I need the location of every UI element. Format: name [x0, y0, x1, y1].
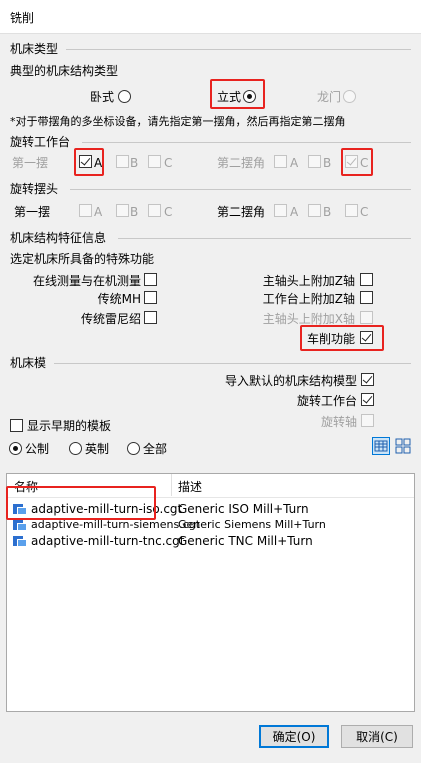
feature-mh-checkbox[interactable] [144, 291, 157, 304]
table-second-b-checkbox[interactable] [308, 155, 321, 168]
feature-renishaw-checkbox[interactable] [144, 311, 157, 324]
rotary-head-first-label: 第一摆 [14, 205, 51, 219]
model-rotary-axis-checkbox[interactable] [361, 414, 374, 427]
feature-probing-checkbox[interactable] [144, 273, 157, 286]
head-second-b-label: B [323, 205, 332, 219]
radio-gantry-label: 龙门 [317, 90, 342, 104]
head-first-b-checkbox[interactable] [116, 204, 129, 217]
icon-view-button[interactable] [394, 437, 412, 455]
import-default-model-checkbox[interactable] [361, 373, 374, 386]
feature-spindle-x-checkbox[interactable] [360, 311, 373, 324]
rotary-table-first-label: 第一摆 [12, 156, 49, 170]
table-second-b-label: B [323, 156, 332, 170]
cancel-button[interactable]: 取消(C) [341, 725, 413, 748]
feature-spindle-z-checkbox[interactable] [360, 273, 373, 286]
radio-horizontal-label: 卧式 [90, 90, 115, 104]
head-second-a-label: A [290, 205, 299, 219]
head-first-a-checkbox[interactable] [79, 204, 92, 217]
unit-metric-label: 公制 [25, 442, 50, 456]
radio-horizontal[interactable] [118, 90, 131, 103]
head-second-b-checkbox[interactable] [308, 204, 321, 217]
list-view-button[interactable] [372, 437, 390, 455]
head-first-b-label: B [130, 205, 139, 219]
features-prompt: 选定机床所具备的特殊功能 [10, 252, 155, 266]
group-divider [66, 49, 411, 50]
show-early-templates-checkbox[interactable] [10, 419, 23, 432]
head-first-c-checkbox[interactable] [148, 204, 161, 217]
group-divider [54, 363, 411, 364]
group-divider [82, 142, 411, 143]
feature-probing-label: 在线测量与在机测量 [32, 274, 141, 288]
feature-spindle-x-label: 主轴头上附加X轴 [262, 312, 355, 326]
unit-metric-radio[interactable] [9, 442, 22, 455]
model-rotary-axis-label: 旋转轴 [320, 415, 357, 429]
head-second-c-checkbox[interactable] [345, 204, 358, 217]
head-first-c-label: C [164, 205, 173, 219]
unit-imperial-radio[interactable] [69, 442, 82, 455]
unit-all-radio[interactable] [127, 442, 140, 455]
table-row[interactable]: adaptive-mill-turn-tnc.cgt Generic TNC M… [7, 533, 414, 549]
table-second-a-label: A [290, 156, 299, 170]
template-file-icon [13, 535, 27, 547]
template-name: adaptive-mill-turn-siemens.cgt [31, 518, 201, 531]
head-second-c-label: C [360, 205, 369, 219]
highlight-box [210, 79, 265, 109]
template-name: adaptive-mill-turn-tnc.cgt [31, 534, 185, 548]
group-divider [118, 238, 411, 239]
rotary-head-group-label: 旋转摆头 [10, 182, 59, 196]
head-second-a-checkbox[interactable] [274, 204, 287, 217]
table-first-b-checkbox[interactable] [116, 155, 129, 168]
rotary-table-second-label: 第二摆角 [217, 156, 266, 170]
feature-renishaw-label: 传统雷尼绍 [80, 312, 141, 326]
unit-imperial-label: 英制 [85, 442, 110, 456]
highlight-box [6, 486, 156, 520]
rotary-head-second-label: 第二摆角 [217, 205, 266, 219]
unit-all-label: 全部 [143, 442, 168, 456]
rotary-table-group-label: 旋转工作台 [10, 135, 71, 149]
show-early-templates-label: 显示早期的模板 [27, 419, 112, 433]
feature-spindle-z-label: 主轴头上附加Z轴 [262, 274, 355, 288]
column-header-desc[interactable]: 描述 [178, 480, 202, 494]
list-view-icon [374, 440, 388, 452]
table-second-a-checkbox[interactable] [274, 155, 287, 168]
ok-button[interactable]: 确定(O) [259, 725, 329, 748]
head-first-a-label: A [94, 205, 103, 219]
highlight-box [74, 148, 104, 176]
feature-mh-label: 传统MH [97, 292, 141, 306]
feature-table-z-label: 工作台上附加Z轴 [262, 292, 355, 306]
highlight-box [341, 148, 373, 176]
axis-order-note: *对于带摆角的多坐标设备，请先指定第一摆角，然后再指定第二摆角 [10, 115, 346, 128]
import-default-model-label: 导入默认的机床结构模型 [224, 374, 357, 388]
model-rotary-table-checkbox[interactable] [361, 393, 374, 406]
title-bar: 铣削 [0, 0, 421, 34]
group-divider [70, 189, 411, 190]
table-first-c-label: C [164, 156, 173, 170]
machine-model-group-label: 机床模 [10, 356, 47, 370]
model-rotary-table-label: 旋转工作台 [296, 394, 357, 408]
template-desc: Generic TNC Mill+Turn [178, 534, 313, 548]
feature-table-z-checkbox[interactable] [360, 291, 373, 304]
template-file-icon [13, 519, 27, 531]
radio-gantry[interactable] [343, 90, 356, 103]
column-divider [171, 474, 172, 496]
structure-type-label: 典型的机床结构类型 [10, 64, 119, 78]
window-title: 铣削 [10, 11, 35, 25]
template-desc: Generic Siemens Mill+Turn [178, 518, 326, 531]
machine-type-group-label: 机床类型 [10, 42, 59, 56]
features-group-label: 机床结构特征信息 [10, 231, 107, 245]
highlight-box [300, 325, 384, 351]
table-first-b-label: B [130, 156, 139, 170]
template-desc: Generic ISO Mill+Turn [178, 502, 309, 516]
icon-view-icon [395, 438, 411, 454]
table-first-c-checkbox[interactable] [148, 155, 161, 168]
